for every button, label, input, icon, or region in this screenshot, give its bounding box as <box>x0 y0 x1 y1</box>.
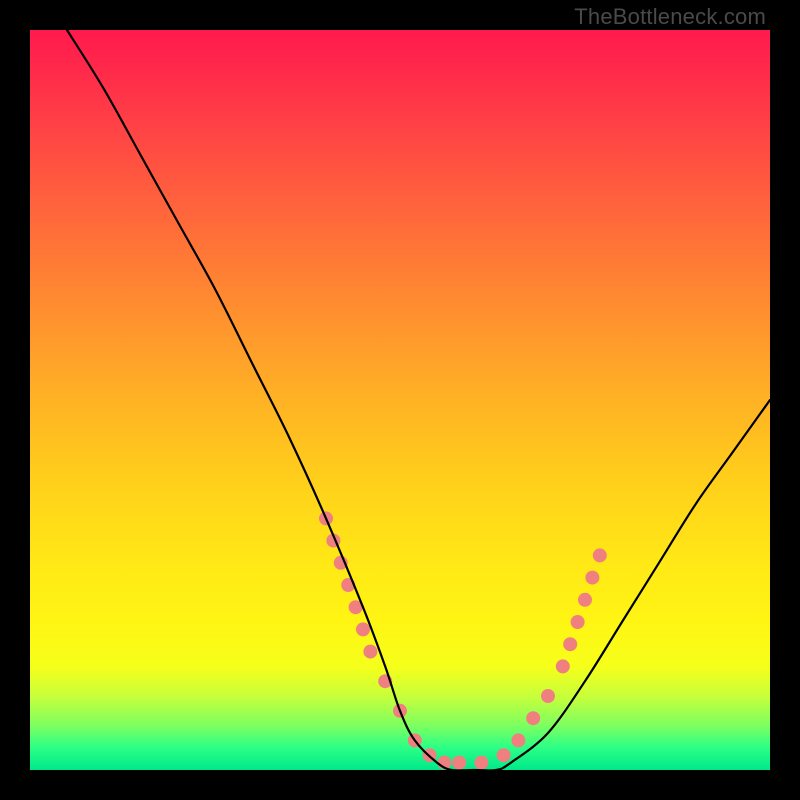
bottleneck-curve <box>67 30 770 771</box>
marker-dot <box>356 622 370 636</box>
marker-dot <box>578 593 592 607</box>
marker-dot <box>541 689 555 703</box>
marker-dot <box>585 571 599 585</box>
chart-svg <box>30 30 770 770</box>
marker-dot <box>497 748 511 762</box>
marker-dot <box>593 548 607 562</box>
marker-dot <box>563 637 577 651</box>
marker-dot <box>511 733 525 747</box>
marker-dot <box>363 645 377 659</box>
marker-dot <box>526 711 540 725</box>
plot-area <box>30 30 770 770</box>
marker-dot <box>571 615 585 629</box>
watermark-text: TheBottleneck.com <box>574 4 766 30</box>
marker-dot <box>474 756 488 770</box>
marker-dot <box>556 659 570 673</box>
chart-frame: TheBottleneck.com <box>0 0 800 800</box>
marker-layer <box>319 511 607 769</box>
marker-dot <box>452 756 466 770</box>
